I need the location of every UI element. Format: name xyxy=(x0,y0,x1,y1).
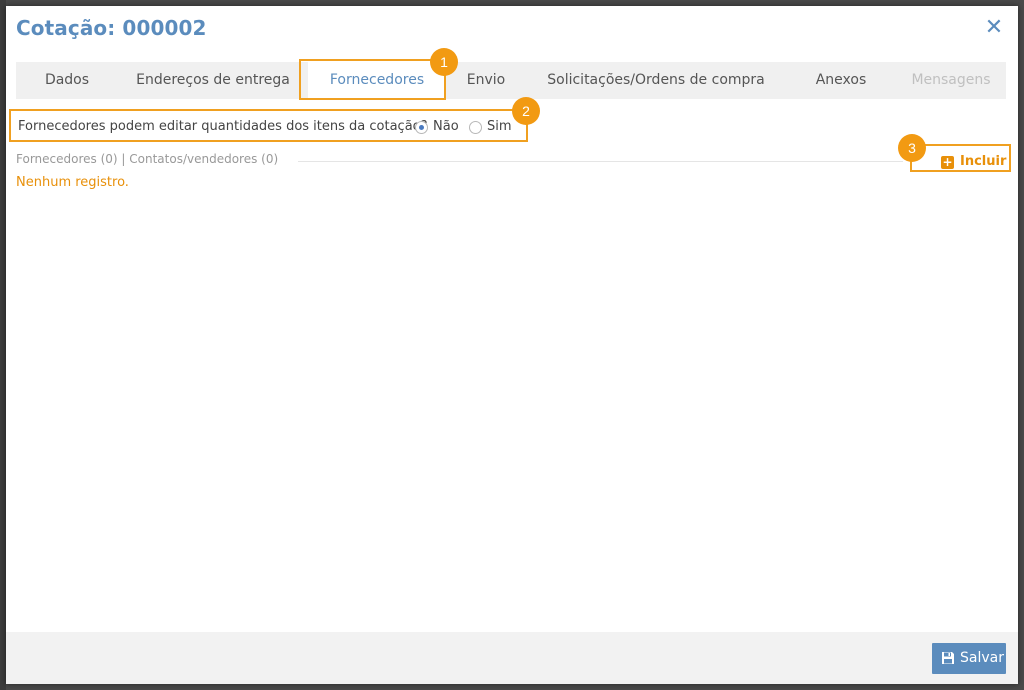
save-button[interactable]: Salvar xyxy=(932,643,1006,674)
callout-box-question xyxy=(9,109,528,142)
tab-solicitacoes-ordens-de-compra[interactable]: Solicitações/Ordens de compra xyxy=(526,62,786,99)
tab-anexos[interactable]: Anexos xyxy=(786,62,896,99)
section-heading: Fornecedores (0) | Contatos/vendedores (… xyxy=(16,152,279,166)
callout-badge-3: 3 xyxy=(898,134,926,162)
callout-badge-2: 2 xyxy=(512,97,540,125)
empty-state-text: Nenhum registro. xyxy=(16,175,129,190)
callout-badge-1: 1 xyxy=(430,48,458,76)
modal-footer: Salvar xyxy=(6,632,1018,684)
tab-enderecos-de-entrega[interactable]: Endereços de entrega xyxy=(118,62,308,99)
close-icon: ✕ xyxy=(984,15,1004,40)
tab-mensagens: Mensagens xyxy=(911,72,991,88)
close-button[interactable]: ✕ xyxy=(984,15,1004,40)
callout-box-tab xyxy=(299,59,446,100)
floppy-disk-icon xyxy=(942,652,954,664)
section-divider xyxy=(298,161,903,162)
quotation-modal: Cotação: 000002 ✕ Dados Endereços de ent… xyxy=(6,6,1018,684)
modal-title: Cotação: 000002 xyxy=(16,16,207,40)
save-label: Salvar xyxy=(960,650,1004,666)
tab-envio[interactable]: Envio xyxy=(446,62,526,99)
modal-header: Cotação: 000002 ✕ xyxy=(6,6,1018,54)
tab-dados[interactable]: Dados xyxy=(16,62,118,99)
tab-bar: Dados Endereços de entrega Fornecedores … xyxy=(16,62,1006,99)
